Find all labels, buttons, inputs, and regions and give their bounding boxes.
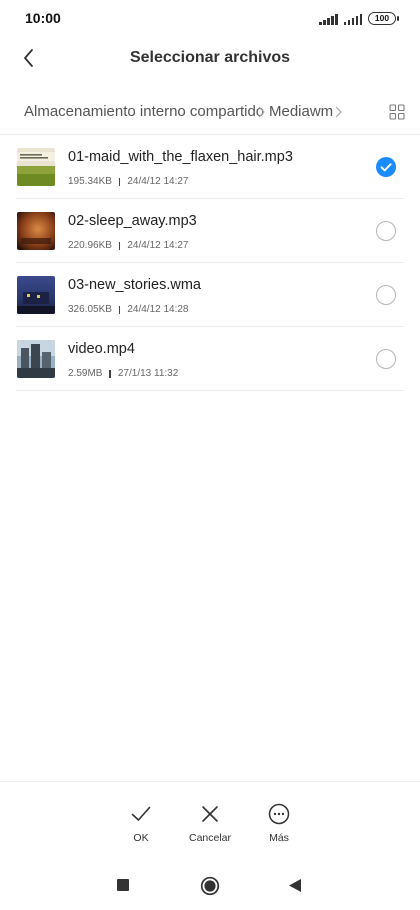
- list-item[interactable]: 03-new_stories.wma 326.05KB 24/4/12 14:2…: [16, 263, 404, 327]
- file-meta: 2.59MB 27/1/13 11:32: [68, 368, 178, 379]
- album-art-thumbnail: [17, 212, 55, 250]
- status-time: 10:00: [25, 10, 61, 26]
- meta-divider: [118, 305, 121, 314]
- unselected-checkbox[interactable]: [376, 285, 396, 305]
- file-date: 24/4/12 14:27: [127, 240, 189, 251]
- breadcrumb-item-internal-storage[interactable]: Almacenamiento interno compartido: [24, 103, 264, 120]
- checkmark-icon: [380, 163, 392, 172]
- file-meta: 326.05KB 24/4/12 14:28: [68, 304, 189, 315]
- file-size: 220.96KB: [68, 240, 112, 251]
- cancel-label: Cancelar: [188, 832, 232, 844]
- chevron-right-icon: [335, 106, 342, 118]
- file-size: 326.05KB: [68, 304, 112, 315]
- ok-label: OK: [133, 832, 149, 844]
- list-item[interactable]: 01-maid_with_the_flaxen_hair.mp3 195.34K…: [16, 135, 404, 199]
- selected-checkbox[interactable]: [376, 157, 396, 177]
- status-bar: 10:00 100: [0, 0, 420, 36]
- file-name: video.mp4: [68, 341, 135, 357]
- more-button[interactable]: Más: [249, 802, 309, 844]
- breadcrumb-item-mediawm[interactable]: Mediawm: [269, 103, 333, 120]
- file-list: 01-maid_with_the_flaxen_hair.mp3 195.34K…: [16, 135, 404, 391]
- file-meta: 220.96KB 24/4/12 14:27: [68, 240, 189, 251]
- more-label: Más: [269, 832, 289, 844]
- signal-icon: [319, 13, 338, 25]
- more-icon: [268, 803, 290, 825]
- file-date: 27/1/13 11:32: [117, 368, 179, 379]
- ok-button[interactable]: OK: [111, 802, 171, 844]
- meta-divider: [109, 369, 111, 378]
- unselected-checkbox[interactable]: [376, 349, 396, 369]
- home-circle-icon[interactable]: [200, 876, 220, 896]
- cancel-button[interactable]: Cancelar: [180, 802, 240, 844]
- file-meta: 195.34KB 24/4/12 14:27: [68, 176, 189, 187]
- file-size: 195.34KB: [68, 176, 112, 187]
- file-date: 24/4/12 14:27: [127, 176, 189, 187]
- checkmark-icon: [131, 806, 151, 821]
- page-title: Seleccionar archivos: [129, 49, 291, 66]
- video-thumbnail: [17, 340, 55, 378]
- close-icon: [202, 806, 218, 822]
- file-name: 02-sleep_away.mp3: [68, 213, 197, 229]
- status-icons: 100: [319, 11, 399, 25]
- album-art-thumbnail: [17, 276, 55, 314]
- breadcrumb: Almacenamiento interno compartido Mediaw…: [0, 92, 420, 135]
- file-name: 01-maid_with_the_flaxen_hair.mp3: [68, 149, 293, 165]
- system-nav-bar: [0, 860, 420, 910]
- album-art-thumbnail: [17, 148, 55, 186]
- unselected-checkbox[interactable]: [376, 221, 396, 241]
- meta-divider: [118, 241, 121, 250]
- file-size: 2.59MB: [68, 368, 103, 379]
- list-item[interactable]: 02-sleep_away.mp3 220.96KB 24/4/12 14:27: [16, 199, 404, 263]
- bottom-toolbar: OK Cancelar Más: [0, 781, 420, 860]
- meta-divider: [118, 177, 121, 186]
- recents-square-icon[interactable]: [116, 878, 130, 892]
- grid-view-icon[interactable]: [389, 104, 405, 120]
- app-header: Seleccionar archivos: [0, 36, 420, 82]
- file-name: 03-new_stories.wma: [68, 277, 201, 293]
- file-date: 24/4/12 14:28: [127, 304, 189, 315]
- list-item[interactable]: video.mp4 2.59MB 27/1/13 11:32: [16, 327, 404, 391]
- signal-icon: [343, 13, 362, 25]
- back-triangle-icon[interactable]: [288, 878, 302, 893]
- battery-icon: 100: [368, 12, 399, 25]
- chevron-right-icon: [258, 106, 265, 118]
